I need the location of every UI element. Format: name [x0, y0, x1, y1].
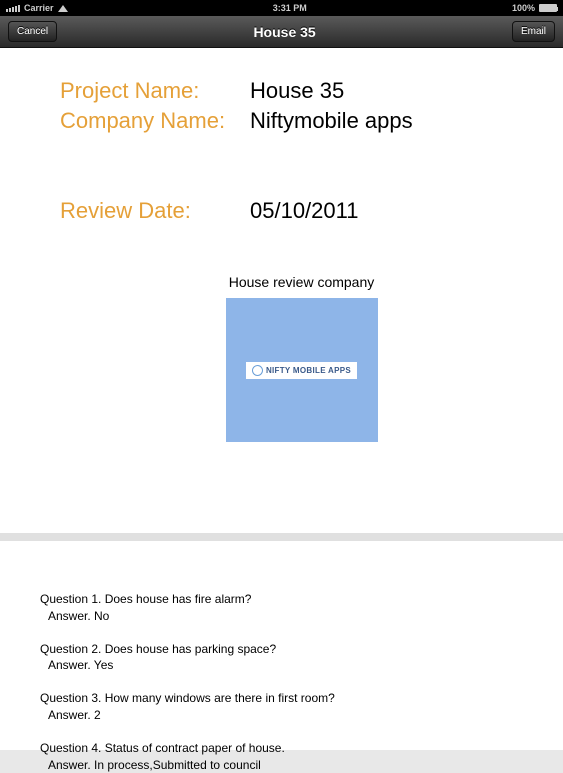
logo-circle-icon — [252, 365, 263, 376]
project-row: Project Name: House 35 — [60, 78, 543, 104]
qa-item: Question 2. Does house has parking space… — [40, 641, 523, 675]
logo-content: NIFTY MOBILE APPS — [246, 362, 357, 379]
page-title: House 35 — [253, 24, 315, 40]
battery-percent: 100% — [512, 3, 535, 13]
answer-text: Answer. 2 — [40, 707, 523, 724]
battery-icon — [539, 4, 557, 12]
question-text: Question 4. Status of contract paper of … — [40, 740, 523, 757]
wifi-icon — [58, 5, 68, 12]
review-date-label: Review Date: — [60, 198, 250, 224]
nav-bar: Cancel House 35 Email — [0, 16, 563, 48]
answer-text: Answer. No — [40, 608, 523, 625]
status-time: 3:31 PM — [273, 3, 307, 13]
qa-section: Question 1. Does house has fire alarm? A… — [0, 541, 563, 750]
project-value: House 35 — [250, 78, 344, 104]
question-text: Question 3. How many windows are there i… — [40, 690, 523, 707]
logo-box: NIFTY MOBILE APPS — [226, 298, 378, 442]
cancel-button[interactable]: Cancel — [8, 21, 57, 42]
carrier-label: Carrier — [24, 3, 54, 13]
project-label: Project Name: — [60, 78, 250, 104]
review-date-row: Review Date: 05/10/2011 — [60, 198, 543, 224]
qa-item: Question 4. Status of contract paper of … — [40, 740, 523, 773]
status-bar: Carrier 3:31 PM 100% — [0, 0, 563, 16]
qa-item: Question 3. How many windows are there i… — [40, 690, 523, 724]
email-button[interactable]: Email — [512, 21, 555, 42]
logo-title: House review company — [60, 274, 543, 290]
qa-item: Question 1. Does house has fire alarm? A… — [40, 591, 523, 625]
review-date-value: 05/10/2011 — [250, 198, 358, 224]
answer-text: Answer. Yes — [40, 657, 523, 674]
status-right: 100% — [512, 3, 557, 13]
question-text: Question 2. Does house has parking space… — [40, 641, 523, 658]
main-content: Project Name: House 35 Company Name: Nif… — [0, 48, 563, 533]
company-label: Company Name: — [60, 108, 250, 134]
answer-text: Answer. In process,Submitted to council — [40, 757, 523, 773]
company-row: Company Name: Niftymobile apps — [60, 108, 543, 134]
signal-icon — [6, 5, 20, 12]
section-divider — [0, 533, 563, 541]
logo-text: NIFTY MOBILE APPS — [266, 366, 351, 375]
question-text: Question 1. Does house has fire alarm? — [40, 591, 523, 608]
company-value: Niftymobile apps — [250, 108, 413, 134]
logo-section: House review company NIFTY MOBILE APPS — [60, 274, 543, 442]
status-left: Carrier — [6, 3, 68, 13]
